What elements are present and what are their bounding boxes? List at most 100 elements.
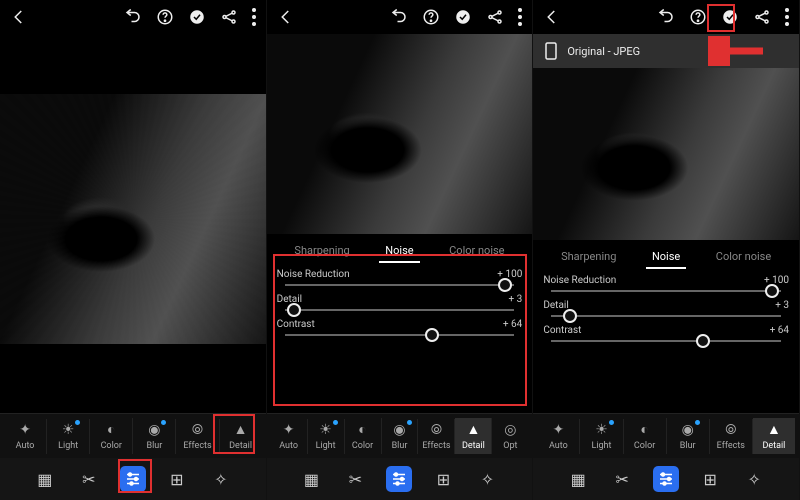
topbar: [267, 0, 533, 34]
screen-2: Sharpening Noise Color noise Noise Reduc…: [267, 0, 534, 500]
apply-icon[interactable]: [454, 8, 472, 26]
help-icon[interactable]: [422, 8, 440, 26]
blur-icon: ◉: [393, 422, 405, 438]
slider-noise-reduction[interactable]: Noise Reduction+ 100: [277, 269, 523, 286]
back-icon[interactable]: [10, 8, 28, 26]
detail-panel: Sharpening Noise Color noise Noise Reduc…: [267, 234, 533, 348]
screen-3: Original - JPEG Sharpening Noise Color n…: [533, 0, 800, 500]
bottom-bar: ▦ ✂ ⊞ ✧: [0, 458, 266, 500]
auto-icon: ✦: [283, 422, 295, 438]
share-icon[interactable]: [753, 8, 771, 26]
tool-color[interactable]: ◐Color: [624, 418, 667, 454]
effects-icon: ⦾: [725, 422, 736, 438]
slider-noise-reduction[interactable]: Noise Reduction+ 100: [543, 275, 789, 292]
back-icon[interactable]: [277, 8, 295, 26]
heal-icon[interactable]: ✧: [208, 466, 234, 492]
tool-light[interactable]: ☀Light: [308, 419, 345, 454]
crop-icon[interactable]: ✂: [342, 466, 368, 492]
tool-light[interactable]: ☀Light: [47, 419, 90, 454]
auto-icon: ✦: [553, 422, 565, 438]
apply-icon[interactable]: [721, 8, 739, 26]
optics-icon: ◎: [504, 422, 516, 438]
color-icon: ◐: [107, 421, 115, 438]
film-icon[interactable]: ▦: [298, 466, 324, 492]
bottom-bar: ▦ ✂ ⊞ ✧: [267, 458, 533, 500]
image-area[interactable]: [0, 34, 266, 344]
image-area[interactable]: [533, 68, 799, 240]
detail-icon: ▲: [466, 421, 480, 438]
tool-color[interactable]: ◐Color: [345, 418, 382, 454]
edited-photo: [0, 94, 266, 344]
light-icon: ☀: [62, 422, 75, 438]
adjust-icon[interactable]: [120, 466, 146, 492]
presets-icon[interactable]: ⊞: [697, 466, 723, 492]
tool-blur[interactable]: ◉Blur: [382, 419, 419, 454]
heal-icon[interactable]: ✧: [741, 466, 767, 492]
undo-icon[interactable]: [657, 8, 675, 26]
tool-color[interactable]: ◐Color: [90, 418, 133, 454]
slider-contrast[interactable]: Contrast+ 64: [277, 319, 523, 336]
help-icon[interactable]: [689, 8, 707, 26]
effects-icon: ⦾: [192, 422, 203, 438]
auto-icon: ✦: [19, 422, 31, 438]
help-icon[interactable]: [156, 8, 174, 26]
slider-detail[interactable]: Detail+ 3: [277, 294, 523, 311]
undo-icon[interactable]: [124, 8, 142, 26]
tab-color-noise[interactable]: Color noise: [443, 240, 510, 263]
share-icon[interactable]: [220, 8, 238, 26]
slider-contrast[interactable]: Contrast+ 64: [543, 325, 789, 342]
edited-photo: [267, 34, 533, 234]
apply-icon[interactable]: [188, 8, 206, 26]
detail-icon: ▲: [767, 421, 781, 438]
share-icon[interactable]: [486, 8, 504, 26]
tool-auto[interactable]: ✦Auto: [537, 419, 580, 454]
tool-optics[interactable]: ◎Opt: [492, 419, 528, 454]
tab-noise[interactable]: Noise: [646, 246, 686, 269]
slider-detail[interactable]: Detail+ 3: [543, 300, 789, 317]
heal-icon[interactable]: ✧: [474, 466, 500, 492]
tool-effects[interactable]: ⦾Effects: [710, 419, 753, 454]
topbar: [0, 0, 266, 34]
image-area[interactable]: [267, 34, 533, 234]
more-icon[interactable]: [252, 8, 256, 26]
back-icon[interactable]: [543, 8, 561, 26]
original-banner: Original - JPEG: [533, 34, 799, 68]
tool-light[interactable]: ☀Light: [580, 419, 623, 454]
tool-blur[interactable]: ◉Blur: [133, 419, 176, 454]
presets-icon[interactable]: ⊞: [164, 466, 190, 492]
tool-blur[interactable]: ◉Blur: [667, 419, 710, 454]
presets-icon[interactable]: ⊞: [430, 466, 456, 492]
crop-icon[interactable]: ✂: [609, 466, 635, 492]
adjust-icon[interactable]: [653, 466, 679, 492]
film-icon[interactable]: ▦: [32, 466, 58, 492]
color-icon: ◐: [358, 421, 366, 438]
detail-tabs: Sharpening Noise Color noise: [277, 240, 523, 263]
film-icon[interactable]: ▦: [565, 466, 591, 492]
tool-effects[interactable]: ⦾Effects: [418, 419, 455, 454]
crop-icon[interactable]: ✂: [76, 466, 102, 492]
tool-strip: ✦Auto ☀Light ◐Color ◉Blur ⦾Effects ▲Deta…: [0, 413, 266, 458]
tool-effects[interactable]: ⦾Effects: [176, 419, 219, 454]
device-icon: [545, 42, 557, 60]
tab-sharpening[interactable]: Sharpening: [288, 240, 355, 263]
tool-detail[interactable]: ▲Detail: [753, 418, 795, 454]
more-icon[interactable]: [785, 8, 789, 26]
light-icon: ☀: [319, 422, 332, 438]
detail-panel: Sharpening Noise Color noise Noise Reduc…: [533, 240, 799, 354]
tab-noise[interactable]: Noise: [379, 240, 419, 263]
effects-icon: ⦾: [431, 422, 442, 438]
blur-icon: ◉: [682, 422, 694, 438]
tab-sharpening[interactable]: Sharpening: [555, 246, 622, 269]
more-icon[interactable]: [518, 8, 522, 26]
undo-icon[interactable]: [390, 8, 408, 26]
tool-detail[interactable]: ▲Detail: [220, 418, 262, 454]
tool-auto[interactable]: ✦Auto: [271, 419, 308, 454]
tool-auto[interactable]: ✦Auto: [4, 419, 47, 454]
tab-color-noise[interactable]: Color noise: [710, 246, 777, 269]
screen-1: ✦Auto ☀Light ◐Color ◉Blur ⦾Effects ▲Deta…: [0, 0, 267, 500]
tool-detail[interactable]: ▲Detail: [455, 418, 492, 454]
detail-tabs: Sharpening Noise Color noise: [543, 246, 789, 269]
adjust-icon[interactable]: [386, 466, 412, 492]
bottom-bar: ▦ ✂ ⊞ ✧: [533, 458, 799, 500]
topbar: [533, 0, 799, 34]
